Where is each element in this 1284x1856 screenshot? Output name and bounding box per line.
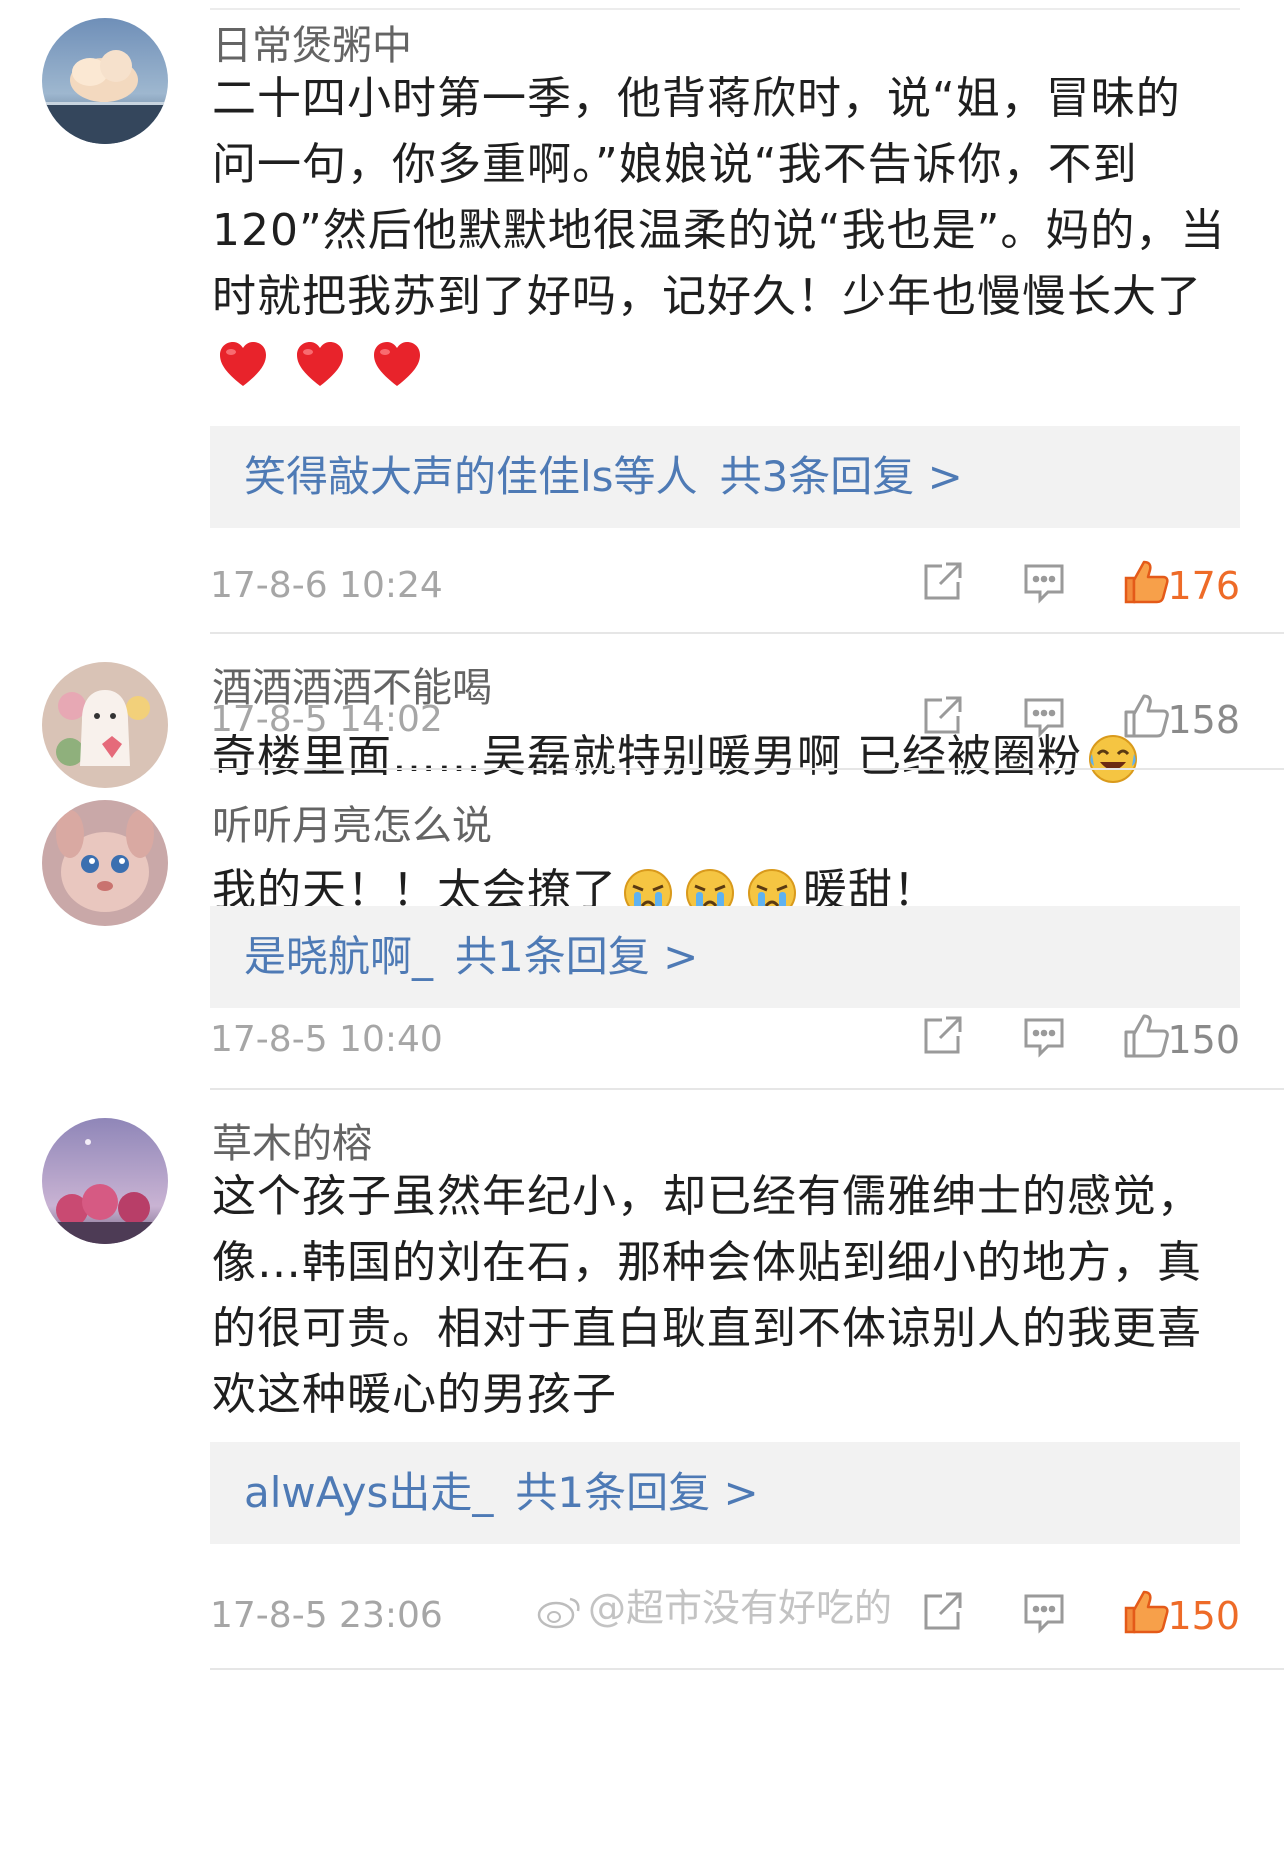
share-icon[interactable] — [916, 690, 968, 742]
comment-icon[interactable] — [1018, 1586, 1070, 1638]
username[interactable]: 听听月亮怎么说 — [212, 802, 492, 850]
like-count: 150 — [1167, 1018, 1240, 1062]
comment-icon[interactable] — [1018, 690, 1070, 742]
comment-line: 二十四小时第一季，他背蒋欣时，说“姐，冒昧的 — [212, 73, 1181, 124]
share-icon[interactable] — [916, 1586, 968, 1638]
comment-line: 欢这种暖心的男孩子 — [212, 1369, 617, 1420]
avatar[interactable] — [42, 18, 168, 144]
weibo-logo-icon — [537, 1597, 580, 1628]
comment-meta: 17-8-5 14:02 158 — [210, 690, 1240, 750]
avatar[interactable] — [42, 1118, 168, 1244]
divider — [210, 1088, 1284, 1090]
comment-icon[interactable] — [1018, 1010, 1070, 1062]
username[interactable]: 草木的榕 — [212, 1120, 372, 1168]
emoji-line — [212, 330, 1242, 402]
reply-names: 是晓航啊_ — [244, 932, 434, 981]
avatar[interactable] — [42, 800, 168, 926]
comment-text: 二十四小时第一季，他背蒋欣时，说“姐，冒昧的 问一句，你多重啊。”娘娘说“我不告… — [212, 66, 1242, 402]
comment-line: 问一句，你多重啊。”娘娘说“我不告诉你，不到 — [212, 139, 1138, 190]
replies-preview[interactable]: alwAys出走_ 共1条回复 > — [210, 1442, 1240, 1544]
thumbs-up-icon[interactable] — [1120, 690, 1172, 742]
thumbs-up-icon[interactable] — [1120, 556, 1172, 608]
thumbs-up-icon[interactable] — [1120, 1010, 1172, 1062]
comment-line: 像…韩国的刘在石，那种会体贴到细小的地方，真 — [212, 1237, 1202, 1288]
heart-emoji — [293, 338, 347, 392]
comment-meta: 17-8-6 10:24 176 — [210, 556, 1240, 616]
replies-preview[interactable]: 笑得敲大声的佳佳ls等人 共3条回复 > — [210, 426, 1240, 528]
reply-count: 共1条回复 > — [455, 932, 699, 981]
avatar[interactable] — [42, 662, 168, 788]
divider — [210, 1668, 1284, 1670]
comment-text: 这个孩子虽然年纪小，却已经有儒雅绅士的感觉， 像…韩国的刘在石，那种会体贴到细小… — [212, 1164, 1242, 1428]
reply-names: 笑得敲大声的佳佳ls等人 — [244, 452, 698, 501]
like-count: 158 — [1167, 698, 1240, 742]
divider — [210, 632, 1284, 634]
watermark: @超市没有好吃的 — [536, 1584, 892, 1632]
username[interactable]: 日常煲粥中 — [212, 22, 412, 70]
timestamp: 17-8-5 23:06 — [210, 1595, 443, 1636]
reply-count: 共3条回复 > — [719, 452, 963, 501]
comment-icon[interactable] — [1018, 556, 1070, 608]
timestamp: 17-8-6 10:24 — [210, 565, 443, 606]
reply-count: 共1条回复 > — [515, 1468, 759, 1517]
comment-line: 的很可贵。相对于直白耿直到不体谅别人的我更喜 — [212, 1303, 1202, 1354]
like-count: 150 — [1167, 1594, 1240, 1638]
share-icon[interactable] — [916, 1010, 968, 1062]
replies-preview[interactable]: 是晓航啊_ 共1条回复 > — [210, 906, 1240, 1008]
share-icon[interactable] — [916, 556, 968, 608]
comment-meta: 17-8-5 10:40 150 — [210, 1010, 1240, 1070]
watermark-text: @超市没有好吃的 — [588, 1586, 893, 1630]
divider — [210, 768, 1284, 770]
comment-line: 120”然后他默默地很温柔的说“我也是”。妈的，当 — [212, 205, 1226, 256]
top-divider — [210, 8, 1240, 10]
like-count: 176 — [1167, 564, 1240, 608]
timestamp: 17-8-5 10:40 — [210, 1019, 443, 1060]
timestamp: 17-8-5 14:02 — [210, 699, 443, 740]
heart-emoji — [370, 338, 424, 392]
comment-line: 这个孩子虽然年纪小，却已经有儒雅绅士的感觉， — [212, 1171, 1202, 1222]
thumbs-up-icon[interactable] — [1120, 1586, 1172, 1638]
comment-line: 时就把我苏到了好吗，记好久！少年也慢慢长大了 — [212, 271, 1202, 322]
heart-emoji — [216, 338, 270, 392]
reply-names: alwAys出走_ — [244, 1468, 494, 1517]
